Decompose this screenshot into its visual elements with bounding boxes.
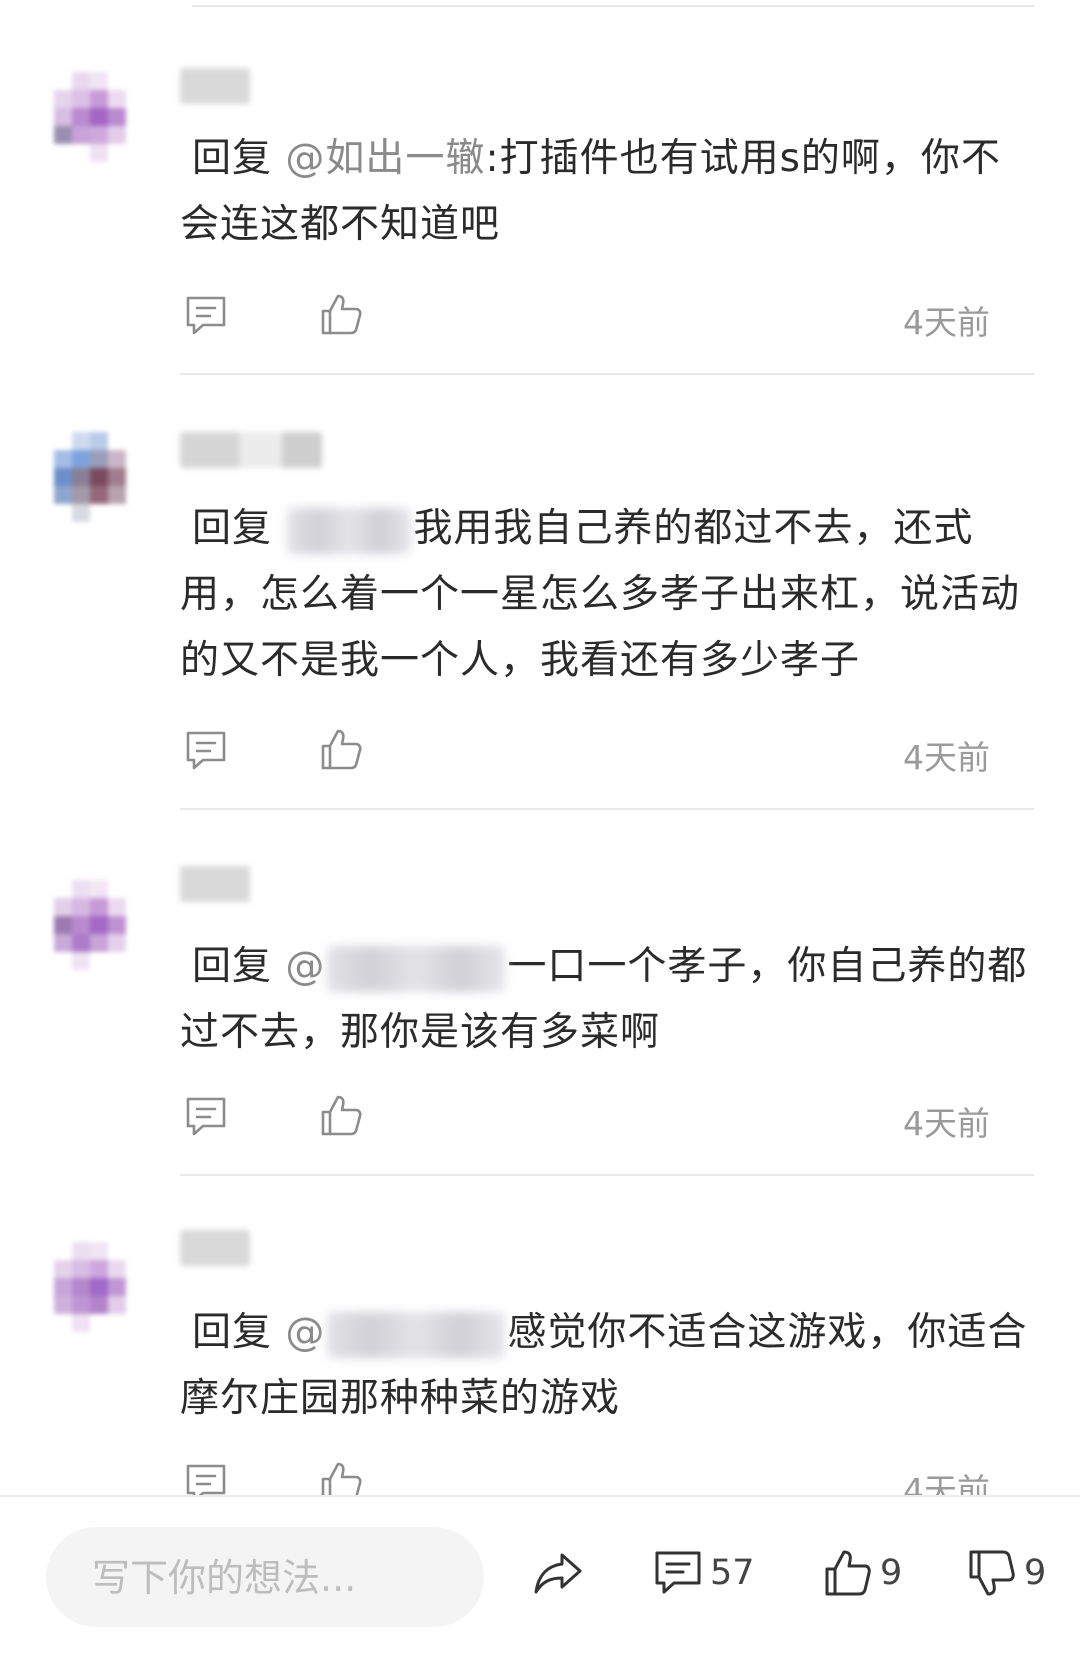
dislike-count: 9 <box>1024 1553 1047 1593</box>
comment-input[interactable] <box>90 1552 454 1604</box>
reply-prefix: 回复 <box>192 1310 273 1355</box>
thumbs-up-icon <box>825 1550 871 1596</box>
username-redacted[interactable] <box>180 1230 250 1266</box>
avatar[interactable] <box>54 880 144 970</box>
divider <box>180 1174 1034 1176</box>
comment-count: 57 <box>710 1553 755 1593</box>
comment-actions: 4天前 <box>180 1460 990 1495</box>
comment-text: 回复 我用我自己养的都过不去，还式用，怎么着一个一星怎么多孝子出来杠，说活动的又… <box>180 496 1030 694</box>
comment-bubble-icon <box>655 1551 701 1594</box>
mention-at[interactable]: @ <box>285 944 325 989</box>
comment-text: 回复 @ 感觉你不适合这游戏，你适合摩尔庄园那种种菜的游戏 <box>180 1300 1030 1432</box>
comment-text: 回复 @如出一辙:打插件也有试用s的啊，你不会连这都不知道吧 <box>180 126 1030 258</box>
comment-time: 4天前 <box>903 303 990 342</box>
like-count: 9 <box>880 1553 903 1593</box>
comment-actions: 4天前 <box>180 727 990 777</box>
divider <box>180 808 1034 810</box>
comment-time: 4天前 <box>903 1104 990 1143</box>
thumbs-up-icon[interactable] <box>318 1460 364 1495</box>
divider <box>180 373 1034 375</box>
comment-feed[interactable]: 回复 @如出一辙:打插件也有试用s的啊，你不会连这都不知道吧 4天前 回复 我用… <box>0 0 1080 1495</box>
avatar[interactable] <box>54 72 144 162</box>
comment-time: 4天前 <box>903 738 990 777</box>
thumbs-up-icon[interactable] <box>318 727 364 773</box>
comment-input-container[interactable] <box>46 1527 484 1627</box>
avatar[interactable] <box>54 432 144 522</box>
thumbs-up-icon[interactable] <box>318 1093 364 1139</box>
divider <box>192 5 1034 7</box>
username-redacted[interactable] <box>180 68 250 104</box>
avatar[interactable] <box>54 1242 144 1332</box>
thumbs-up-icon[interactable] <box>318 292 364 338</box>
dislike-button[interactable]: 9 <box>966 1545 1046 1601</box>
comment-actions: 4天前 <box>180 1093 990 1143</box>
thumbs-down-icon <box>969 1550 1015 1596</box>
comment-bubble-icon[interactable] <box>183 292 229 338</box>
mention-link[interactable]: @如出一辙 <box>285 136 485 181</box>
reply-prefix: 回复 <box>192 136 273 181</box>
comment-text: 回复 @ 一口一个孝子，你自己养的都过不去，那你是该有多菜啊 <box>180 934 1030 1066</box>
share-button[interactable] <box>532 1545 584 1601</box>
username-redacted[interactable] <box>180 866 250 902</box>
reply-prefix: 回复 <box>192 944 273 989</box>
comment-actions: 4天前 <box>180 292 990 342</box>
mention-redacted[interactable] <box>327 1311 506 1358</box>
share-arrow-icon <box>534 1553 582 1594</box>
username-redacted[interactable] <box>180 432 322 468</box>
bottom-action-bar: 57 9 9 <box>0 1495 1080 1657</box>
like-button[interactable]: 9 <box>822 1545 902 1601</box>
comment-time: 4天前 <box>903 1471 990 1495</box>
comment-bubble-icon[interactable] <box>183 1093 229 1139</box>
comments-button[interactable]: 57 <box>652 1545 755 1601</box>
mention-redacted[interactable] <box>327 945 506 992</box>
comment-bubble-icon[interactable] <box>183 1460 229 1495</box>
mention-at[interactable]: @ <box>285 1310 325 1355</box>
mention-redacted[interactable] <box>287 507 412 554</box>
comment-bubble-icon[interactable] <box>183 727 229 773</box>
reply-prefix: 回复 <box>192 506 273 551</box>
